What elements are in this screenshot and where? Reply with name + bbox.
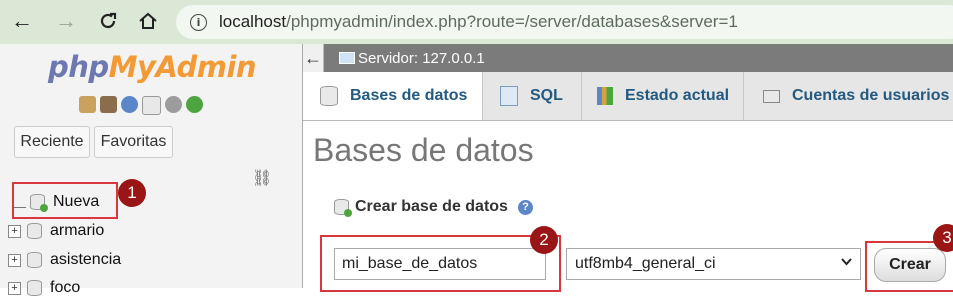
favorites-button[interactable]: Favoritas [94,126,173,158]
url-host: localhost [219,12,287,31]
step-badge-1: 1 [118,179,146,207]
highlight-nueva [12,182,118,219]
new-database-icon [334,199,352,217]
user-card-icon [763,89,780,103]
expand-icon[interactable]: + [8,253,21,267]
tab-status[interactable]: Estado actual [583,72,744,120]
tree-item-label: armario [50,222,105,239]
step-badge-2: 2 [530,226,558,254]
expand-icon[interactable]: + [8,224,21,238]
home-icon[interactable] [79,96,96,113]
highlight-db-name [320,235,561,292]
reload-icon[interactable] [94,7,122,35]
recent-button[interactable]: Reciente [14,126,90,158]
arrow-left-icon[interactable]: ← [8,7,36,35]
collation-select[interactable]: utf8mb4_general_ci [566,248,861,280]
address-bar[interactable]: i localhost/phpmyadmin/index.php?route=/… [176,5,953,39]
tab-databases[interactable]: Bases de datos [303,72,483,120]
settings-icon[interactable] [165,96,182,113]
tree-item-label: foco [50,279,81,296]
tree-item-label: asistencia [50,251,122,268]
database-icon [27,252,42,268]
navigation-sidebar: phpMyAdmin Reciente Favoritas ⛓ Nueva + … [0,44,302,296]
url-path: /phpmyadmin/index.php?route=/server/data… [286,12,738,31]
browser-toolbar: ← → i localhost/phpmyadmin/index.php?rou… [0,0,953,44]
logout-icon[interactable] [100,96,117,113]
phpmyadmin-logo[interactable]: phpMyAdmin [48,50,257,84]
tree-item-armario[interactable]: + armario [8,219,104,243]
collapse-sidebar-button[interactable]: ← [303,44,324,72]
tab-sql[interactable]: SQL [484,72,582,120]
arrow-right-icon[interactable]: → [52,7,80,35]
refresh-icon[interactable] [186,96,203,113]
docs-icon[interactable] [142,96,161,115]
database-icon [320,86,338,106]
help-icon[interactable] [121,96,138,113]
create-database-heading: Crear base de datos ? [334,198,533,217]
top-menu-tabs: Bases de datos SQL Estado actual Cuentas… [303,72,953,121]
tab-user-accounts[interactable]: Cuentas de usuarios [745,72,953,120]
status-chart-icon [597,87,613,105]
step-badge-3: 3 [933,224,953,252]
page-title: Bases de datos [313,132,534,168]
chevron-down-icon [840,255,853,271]
home-icon[interactable] [134,7,162,35]
sql-icon [500,86,518,106]
help-icon[interactable]: ? [517,199,533,215]
site-info-icon[interactable]: i [190,13,207,31]
database-icon [27,280,42,296]
tree-item-asistencia[interactable]: + asistencia [8,248,121,272]
tree-item-foco[interactable]: + foco [8,276,80,300]
database-icon [27,223,42,239]
expand-icon[interactable]: + [8,281,21,295]
link-chain-icon[interactable]: ⛓ [252,168,272,188]
sidebar-icon-row [79,96,203,115]
server-label[interactable]: Servidor: 127.0.0.1 [358,50,485,67]
server-icon [339,52,355,64]
server-breadcrumb-bar: Servidor: 127.0.0.1 [303,44,953,72]
